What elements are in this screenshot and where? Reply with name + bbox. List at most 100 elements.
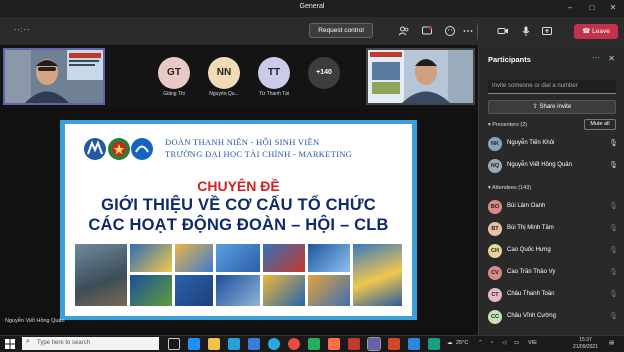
app-taskbar-icon[interactable] [248, 338, 260, 350]
mic-off-icon: 🎙 [609, 269, 618, 276]
people-icon[interactable] [398, 25, 410, 37]
chrome-icon[interactable] [288, 338, 300, 350]
participant-avatar[interactable]: NN [208, 57, 240, 89]
participant-strip: GT Giảng Thi NN Nguyễn Qu... TT Từ Thanh… [0, 45, 478, 109]
participant-name: Nguyễn Viết Hồng Quân [507, 162, 572, 168]
participant-row[interactable]: CH Cao Quốc Hưng 🎙 [488, 242, 618, 262]
meeting-toolbar-right: ☎ Leave [478, 17, 624, 45]
battery-icon[interactable]: ▭ [514, 340, 519, 346]
leave-label: Leave [592, 28, 610, 35]
participant-row[interactable]: CV Cao Trần Thảo Vy 🎙 [488, 264, 618, 284]
share-invite-button[interactable]: ⇪ Share invite [488, 100, 616, 114]
participants-panel: Participants ··· ✕ Invite someone or dia… [478, 45, 624, 335]
participant-row[interactable]: NK Nguyễn Tiến Khôi 🎙 [488, 135, 618, 155]
participant-name: Châu Thanh Toàn [507, 291, 555, 297]
task-view-icon[interactable] [168, 338, 180, 350]
collage-photo [129, 274, 173, 307]
share-invite-label: Share invite [539, 104, 572, 110]
meeting-timer: --:-- [14, 27, 31, 34]
language-indicator[interactable]: VIE [528, 340, 537, 346]
participant-row[interactable]: BO Bùi Lâm Oanh 🎙 [488, 198, 618, 218]
windows-start-icon[interactable] [5, 339, 15, 349]
minimize-button[interactable]: – [563, 2, 577, 14]
collage-photo [307, 243, 351, 273]
meeting-stage: GT Giảng Thi NN Nguyễn Qu... TT Từ Thanh… [0, 45, 478, 335]
avatar: NK [488, 137, 502, 151]
collage-photo [215, 274, 261, 307]
attendees-header[interactable]: ▾ Attendees (143) [488, 185, 531, 191]
collage-photo [352, 243, 403, 307]
system-clock[interactable]: 15:37 21/09/2021 [573, 337, 598, 351]
presenters-header[interactable]: ▾ Presenters (2) [488, 122, 527, 128]
leave-button[interactable]: ☎ Leave [574, 24, 618, 39]
app-taskbar-icon[interactable] [328, 338, 340, 350]
share-icon: ⇪ [532, 104, 540, 110]
participant-name: Bùi Thị Minh Tâm [507, 225, 554, 231]
weather-temp: 25°C [456, 340, 469, 346]
app-taskbar-icon[interactable] [308, 338, 320, 350]
mic-icon[interactable] [520, 25, 532, 37]
share-tray-icon[interactable] [541, 25, 553, 37]
slide-heading-line-1: GIỚI THIỆU VỀ CƠ CẤU TỔ CHỨC [101, 196, 376, 214]
participant-row[interactable]: NQ Nguyễn Viết Hồng Quân 🎙 [488, 157, 618, 177]
participant-row[interactable]: BT Bùi Thị Minh Tâm 🎙 [488, 220, 618, 240]
org-line-1: ĐOÀN THANH NIÊN - HỘI SINH VIÊN [165, 137, 320, 147]
presenter-video-image [368, 50, 473, 103]
taskbar: ⌕ Type here to search ☁ 25°C ⌃ ◔ ◁ ▭ VIE … [0, 335, 624, 351]
org-line-2: TRƯỜNG ĐẠI HỌC TÀI CHÍNH - MARKETING [165, 149, 353, 159]
request-control-button[interactable]: Request control [309, 23, 373, 38]
volume-icon[interactable]: ◁ [502, 340, 506, 346]
participant-avatar[interactable]: TT [258, 57, 290, 89]
participant-name: Nguyễn Qu... [209, 91, 239, 97]
mic-off-icon: 🎙 [609, 203, 618, 210]
participant-name: Bùi Lâm Oanh [507, 203, 546, 209]
camera-icon[interactable] [497, 25, 509, 37]
overflow-count[interactable]: +140 [308, 57, 340, 89]
title-bar: General – □ ✕ [0, 0, 624, 17]
video-tile-speaker[interactable] [3, 48, 105, 105]
close-window-button[interactable]: ✕ [606, 2, 620, 14]
participant-name: Giảng Thi [163, 91, 185, 97]
clock-time: 15:37 [579, 337, 592, 343]
app-taskbar-icon[interactable] [228, 338, 240, 350]
participant-name: Cao Trần Thảo Vy [507, 269, 556, 275]
speaker-video-image [5, 50, 103, 103]
app-taskbar-icon[interactable] [188, 338, 200, 350]
weather-icon[interactable]: ☁ [447, 340, 453, 346]
tray-chevron-icon[interactable]: ⌃ [478, 340, 483, 346]
app-taskbar-icon[interactable] [348, 338, 360, 350]
avatar: BT [488, 222, 502, 236]
edge-icon[interactable] [268, 338, 280, 350]
teams-icon[interactable] [367, 337, 381, 351]
chat-icon[interactable] [421, 25, 433, 37]
more-icon[interactable] [462, 25, 474, 37]
taskbar-search-input[interactable]: ⌕ Type here to search [22, 337, 159, 350]
app-taskbar-icon[interactable] [428, 338, 440, 350]
window-title: General [299, 3, 325, 10]
search-placeholder: Type here to search [37, 340, 91, 346]
file-explorer-icon[interactable] [208, 338, 220, 350]
participant-row[interactable]: CT Châu Thanh Toàn 🎙 [488, 286, 618, 306]
mute-all-button[interactable]: Mute all [584, 119, 616, 130]
collage-photo [262, 274, 306, 307]
close-panel-icon[interactable]: ✕ [608, 54, 615, 63]
app-taskbar-icon[interactable] [408, 338, 420, 350]
collage-photo [174, 243, 214, 273]
collage-photo [129, 243, 173, 273]
video-tile-presenter[interactable] [366, 48, 475, 105]
powerpoint-icon[interactable] [388, 338, 400, 350]
more-options-icon[interactable]: ··· [592, 53, 600, 62]
participant-row[interactable]: CC Châu Vĩnh Cường 🎙 [488, 308, 618, 328]
participant-avatar[interactable]: GT [158, 57, 190, 89]
invite-input[interactable]: Invite someone or dial a number [488, 80, 616, 94]
presenter-label: Nguyễn Viết Hồng Quân [5, 318, 65, 324]
network-icon[interactable]: ◔ [490, 340, 493, 346]
reactions-icon[interactable] [444, 25, 456, 37]
presentation-slide: ĐOÀN THANH NIÊN - HỘI SINH VIÊN TRƯỜNG Đ… [65, 124, 412, 316]
mic-icon: 🎙 [609, 140, 618, 147]
notifications-icon[interactable]: ▤ [609, 340, 614, 346]
maximize-button[interactable]: □ [585, 2, 599, 14]
participant-name: Từ Thanh Tài [258, 91, 290, 97]
attendees-header-label: Attendees (143) [492, 185, 532, 191]
avatar: CC [488, 310, 502, 324]
